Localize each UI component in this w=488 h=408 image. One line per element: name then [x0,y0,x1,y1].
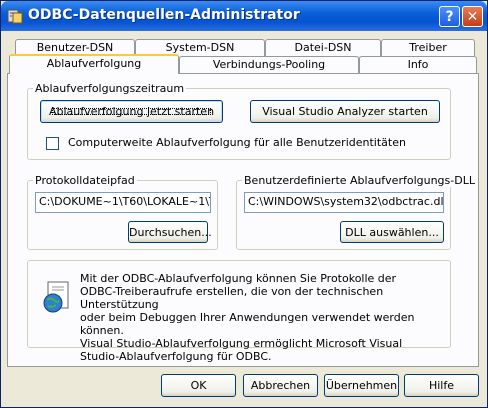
close-window-button[interactable]: ✕ [462,6,483,27]
trace-dll-input[interactable]: C:\WINDOWS\system32\odbctrac.dll [244,192,444,213]
tracing-info-text: Mit der ODBC-Ablaufverfolgung können Sie… [80,272,415,363]
tab-info[interactable]: Info [359,56,477,73]
odbc-app-icon [7,9,23,24]
tab-datei-dsn[interactable]: Datei-DSN [265,39,381,56]
custom-dll-title: Benutzerdefinierte Ablaufverfolgungs-DLL [242,174,477,187]
custom-dll-group: Benutzerdefinierte Ablaufverfolgungs-DLL… [236,174,477,250]
ok-button[interactable]: OK [161,374,236,397]
cancel-button[interactable]: Abbrechen [243,374,318,397]
window-title: ODBC-Datenquellen-Administrator [28,7,300,23]
machine-wide-tracing-checkbox[interactable] [46,137,59,150]
tab-verbindungs-pooling[interactable]: Verbindungs-Pooling [179,56,359,73]
select-dll-button[interactable]: DLL auswählen... [340,221,444,243]
logfile-path-title: Protokolldateipfad [33,174,137,187]
tracing-period-title: Ablaufverfolgungszeitraum [33,82,187,95]
start-tracing-label: Ablaufverfolgung jetzt starten [48,105,215,118]
odbc-admin-window: ODBC-Datenquellen-Administrator ? ✕ Benu… [0,0,488,408]
apply-button[interactable]: Übernehmen [324,374,399,397]
start-tracing-button[interactable]: Ablaufverfolgung jetzt starten [40,100,223,123]
logfile-path-input[interactable]: C:\DOKUME~1\T60\LOKALE~1\T [35,192,211,213]
tab-ablaufverfolgung[interactable]: Ablaufverfolgung [9,54,179,74]
help-button[interactable]: Hilfe [404,374,479,397]
globe-document-icon [43,281,69,313]
tracing-info-box: Mit der ODBC-Ablaufverfolgung können Sie… [27,260,451,363]
logfile-path-group: Protokolldateipfad C:\DOKUME~1\T60\LOKAL… [27,174,218,250]
help-title-button[interactable]: ? [439,6,460,27]
tracing-period-group: Ablaufverfolgungszeitraum Ablaufverfolgu… [27,82,451,160]
title-bar[interactable]: ODBC-Datenquellen-Administrator ? ✕ [1,1,487,31]
browse-logfile-button[interactable]: Durchsuchen... [128,221,212,243]
tab-treiber[interactable]: Treiber [381,39,475,56]
start-analyzer-button[interactable]: Visual Studio Analyzer starten [250,100,440,123]
tracing-tab-panel: Ablaufverfolgungszeitraum Ablaufverfolgu… [7,73,479,367]
machine-wide-tracing-label: Computerweite Ablaufverfolgung für alle … [68,136,406,149]
